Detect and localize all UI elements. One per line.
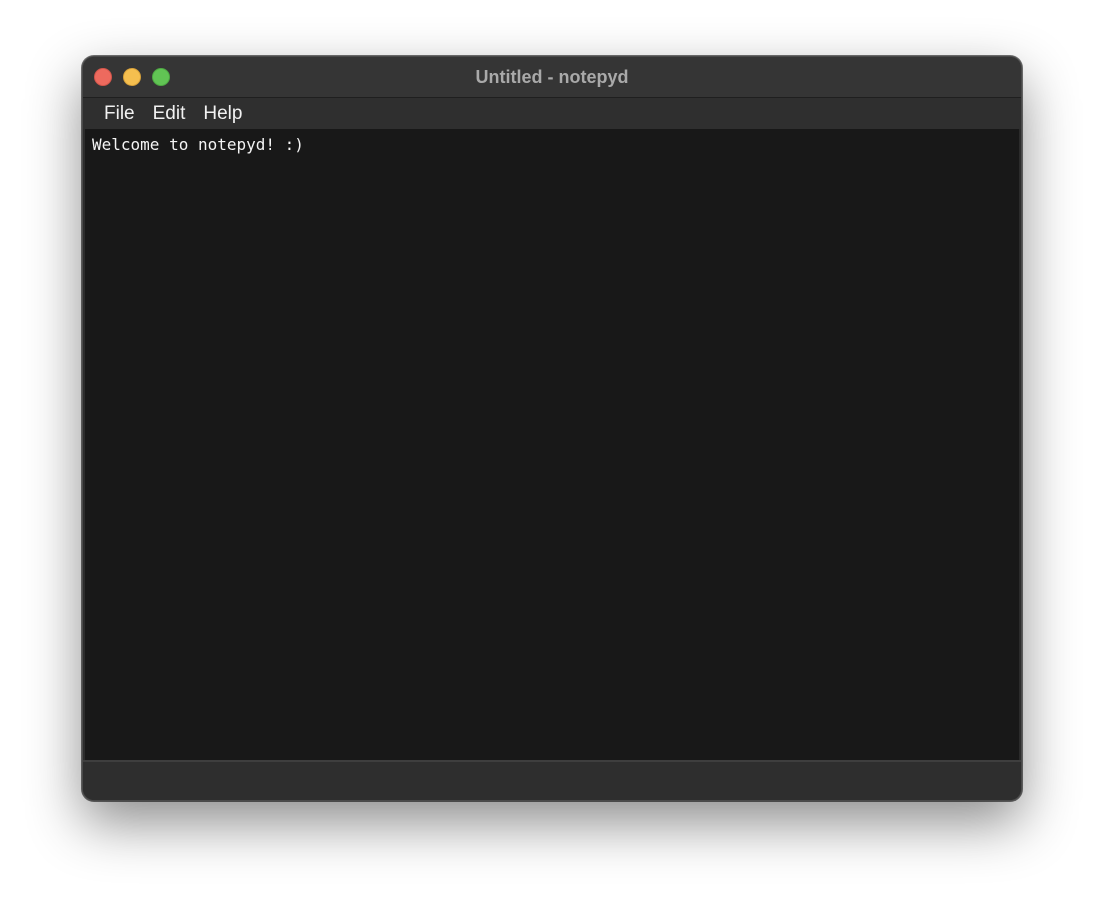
menu-bar: File Edit Help: [83, 98, 1021, 129]
title-bar[interactable]: Untitled - notepyd: [83, 57, 1021, 98]
app-window: Untitled - notepyd File Edit Help Welcom…: [82, 56, 1022, 801]
status-bar: [83, 760, 1021, 800]
text-editor[interactable]: Welcome to notepyd! :): [85, 129, 1019, 760]
window-title: Untitled - notepyd: [475, 67, 629, 87]
menu-edit[interactable]: Edit: [144, 98, 195, 129]
menu-help[interactable]: Help: [194, 98, 251, 129]
menu-file[interactable]: File: [95, 98, 144, 129]
